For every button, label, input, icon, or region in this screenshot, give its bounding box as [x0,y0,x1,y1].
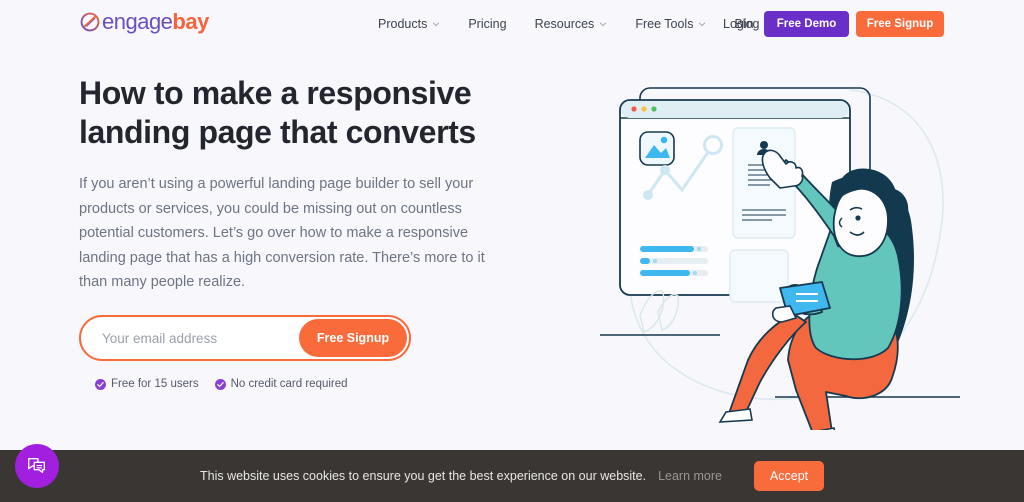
hero-description: If you aren’t using a powerful landing p… [79,176,485,290]
check-badge-icon [214,378,226,390]
chart-point-active [703,135,723,155]
woman-eye [855,215,861,221]
woman-shoe-front [718,408,753,423]
main-navigation: Products Pricing Resources Free Tools Bl… [378,0,773,48]
cookie-message: This website uses cookies to ensure you … [199,469,647,483]
accept-cookies-button[interactable]: Accept [754,461,825,491]
nav-item-label: Products [378,17,428,31]
browser-dot-yellow [641,106,647,112]
hero-text-block: How to make a responsive landing page th… [79,74,539,295]
perks-list: Free for 15 users No credit card require… [95,378,348,390]
learn-more-link[interactable]: Learn more [658,469,722,483]
free-demo-button[interactable]: Free Demo [764,11,849,37]
woman-face [832,187,889,257]
nav-item-label: Pricing [468,17,507,31]
browser-dot-red [631,106,637,112]
small-card [729,249,789,303]
cookie-banner: This website uses cookies to ensure you … [0,450,1024,502]
nav-item-pricing[interactable]: Pricing [454,17,520,31]
nav-item-resources[interactable]: Resources [521,17,622,31]
perk-item: Free for 15 users [95,378,199,390]
logo-text-engage: engage [102,9,173,34]
check-badge-icon [95,378,106,390]
form-free-signup-button[interactable]: Free Signup [299,319,407,357]
chat-bubble-icon [28,457,46,474]
perk-label: No credit card required [230,378,348,390]
chevron-down-icon [699,22,706,27]
nav-item-label: Free Tools [635,17,694,31]
woman-pointing-at-browser-illustration [600,87,960,442]
logo-text: engagebay [102,11,209,33]
circle-check-logo-icon [80,12,100,32]
site-header: engagebay Products Pricing Resources Fre… [0,0,1024,48]
chat-widget-button[interactable] [15,444,59,488]
nav-item-products[interactable]: Products [378,17,454,31]
leaf-decoration [639,290,665,333]
login-link[interactable]: Login [723,17,754,31]
progress-bars [640,246,708,276]
perk-label: Free for 15 users [111,378,199,390]
landing-page: engagebay Products Pricing Resources Fre… [0,0,1024,502]
logo-text-bay: bay [172,9,209,34]
page-title: How to make a responsive landing page th… [79,75,476,150]
chevron-down-icon [433,22,440,27]
nav-item-label: Resources [534,17,595,31]
hero-illustration [600,60,1000,442]
chevron-down-icon [600,22,607,27]
email-input[interactable] [81,330,299,346]
nav-item-free-tools[interactable]: Free Tools [621,17,720,31]
chart-point [643,190,653,200]
nav-free-signup-button[interactable]: Free Signup [856,11,944,37]
chart-point [660,165,670,175]
perk-item: No credit card required [214,378,348,390]
logo[interactable]: engagebay [79,11,209,33]
email-signup-form: Free Signup [79,315,411,361]
browser-dot-green [651,106,657,112]
